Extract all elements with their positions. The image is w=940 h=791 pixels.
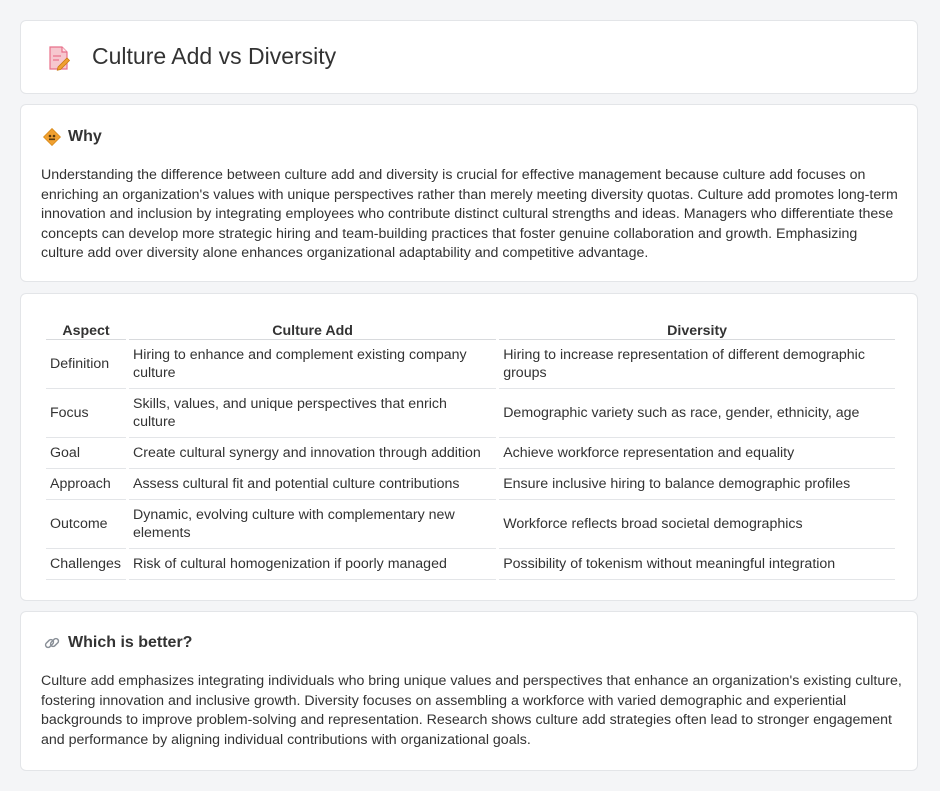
table-row: Goal Create cultural synergy and innovat… [46,438,895,469]
row-culture-add: Skills, values, and unique perspectives … [128,389,497,438]
row-diversity: Hiring to increase representation of dif… [499,340,895,389]
row-aspect: Goal [46,438,126,469]
better-title: Which is better? [68,634,193,651]
table-row: Definition Hiring to enhance and complem… [46,340,895,389]
which-is-better-section: Which is better? Culture add emphasizes … [20,611,918,771]
row-diversity: Workforce reflects broad societal demogr… [499,500,895,549]
row-diversity: Possibility of tokenism without meaningf… [499,549,895,580]
table-row: Challenges Risk of cultural homogenizati… [46,549,895,580]
page-title: Culture Add vs Diversity [92,43,337,69]
row-aspect: Challenges [46,549,126,580]
row-culture-add: Assess cultural fit and potential cultur… [128,469,497,500]
header-card: Culture Add vs Diversity [20,20,918,94]
header-culture-add: Culture Add [128,314,497,340]
header-aspect: Aspect [46,314,126,340]
row-culture-add: Dynamic, evolving culture with complemen… [128,500,497,549]
why-section: Why Understanding the difference between… [20,104,918,282]
better-text: Culture add emphasizes integrating indiv… [41,673,902,748]
link-icon [44,637,60,649]
row-diversity: Ensure inclusive hiring to balance demog… [499,469,895,500]
better-heading: Which is better? [43,634,192,652]
row-aspect: Focus [46,389,126,438]
row-culture-add: Create cultural synergy and innovation t… [128,438,497,469]
row-culture-add: Hiring to enhance and complement existin… [128,340,497,389]
row-aspect: Outcome [46,500,126,549]
header-diversity: Diversity [499,314,895,340]
diamond-warning-icon [43,128,61,146]
row-culture-add: Risk of cultural homogenization if poorl… [128,549,497,580]
comparison-section: Aspect Culture Add Diversity Definition … [20,293,918,601]
why-heading: Why [43,128,102,146]
why-title: Why [68,128,102,145]
row-diversity: Achieve workforce representation and equ… [499,438,895,469]
table-header-row: Aspect Culture Add Diversity [46,314,895,340]
why-text: Understanding the difference between cul… [41,167,898,261]
table-row: Approach Assess cultural fit and potenti… [46,469,895,500]
comparison-table: Aspect Culture Add Diversity Definition … [43,314,898,580]
table-row: Focus Skills, values, and unique perspec… [46,389,895,438]
row-aspect: Definition [46,340,126,389]
row-diversity: Demographic variety such as race, gender… [499,389,895,438]
table-row: Outcome Dynamic, evolving culture with c… [46,500,895,549]
row-aspect: Approach [46,469,126,500]
document-pencil-icon [49,46,71,71]
